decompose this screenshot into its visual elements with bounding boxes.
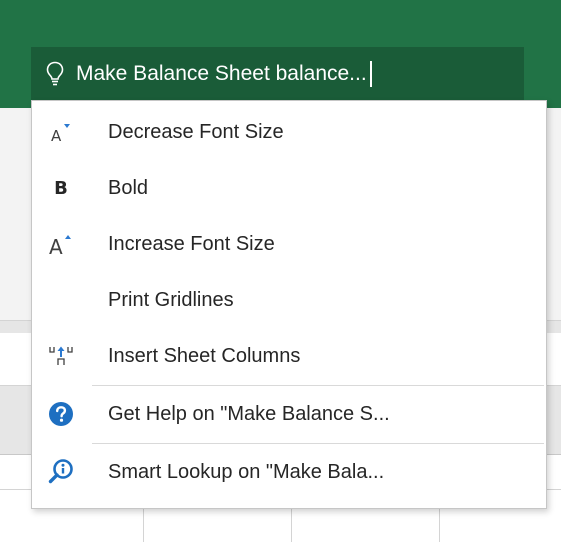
menu-item-get-help[interactable]: Get Help on "Make Balance S... [32, 386, 546, 442]
menu-item-bold[interactable]: B Bold [32, 160, 546, 216]
svg-text:A: A [51, 127, 62, 144]
search-query-text[interactable]: Make Balance Sheet balance... [76, 62, 367, 86]
increase-font-icon: A [32, 216, 90, 272]
lightbulb-icon [42, 59, 68, 89]
menu-item-label: Increase Font Size [108, 232, 275, 255]
smart-lookup-icon [32, 444, 90, 500]
menu-item-label: Print Gridlines [108, 288, 234, 311]
menu-item-print-gridlines[interactable]: Print Gridlines [32, 272, 546, 328]
insert-columns-icon [32, 328, 90, 384]
menu-item-label: Insert Sheet Columns [108, 344, 301, 367]
menu-item-label: Decrease Font Size [108, 120, 284, 143]
excel-window: Make Balance Sheet balance... A Decrease… [0, 0, 561, 542]
menu-item-increase-font-size[interactable]: A Increase Font Size [32, 216, 546, 272]
text-caret [369, 60, 372, 87]
menu-item-smart-lookup[interactable]: Smart Lookup on "Make Bala... [32, 444, 546, 500]
tell-me-search-box[interactable]: Make Balance Sheet balance... [31, 47, 524, 100]
blank-icon-slot [32, 272, 90, 328]
help-icon [32, 386, 90, 442]
tell-me-results-menu: A Decrease Font Size B Bold A Increase F… [31, 100, 547, 509]
decrease-font-icon: A [32, 104, 90, 160]
svg-text:A: A [49, 235, 63, 257]
bold-icon: B [54, 177, 68, 199]
menu-item-decrease-font-size[interactable]: A Decrease Font Size [32, 104, 546, 160]
menu-item-label: Smart Lookup on "Make Bala... [108, 460, 385, 483]
menu-item-insert-sheet-columns[interactable]: Insert Sheet Columns [32, 328, 546, 384]
menu-item-label: Bold [108, 176, 149, 199]
menu-item-label: Get Help on "Make Balance S... [108, 402, 390, 425]
